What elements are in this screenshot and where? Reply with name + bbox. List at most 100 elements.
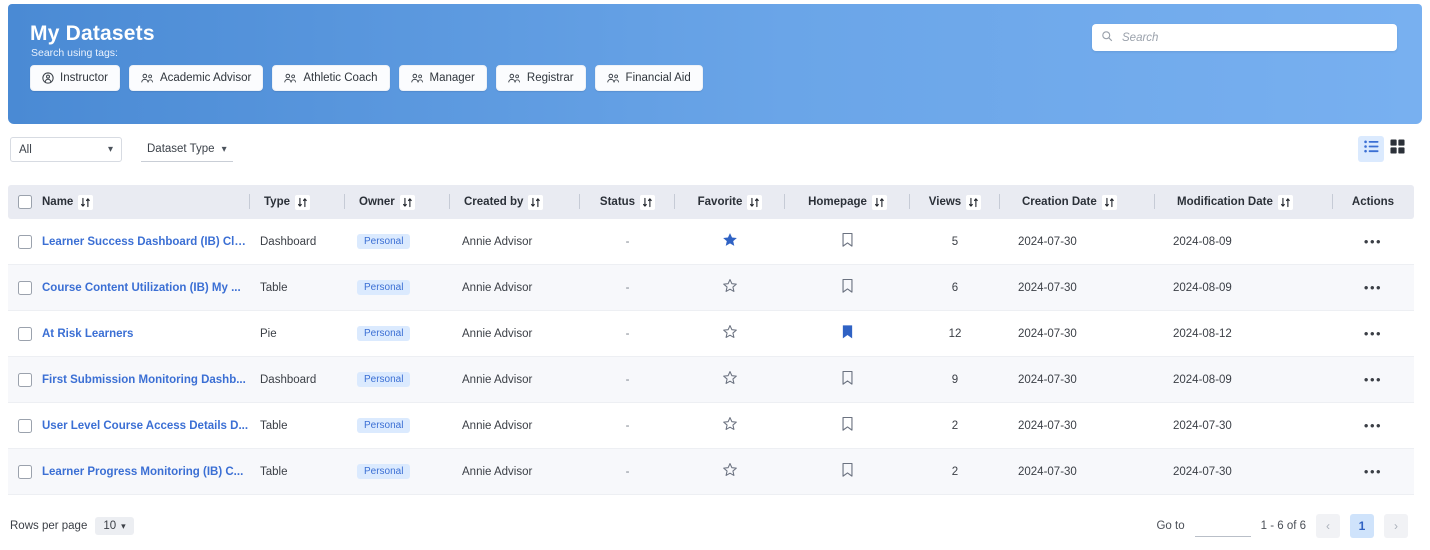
status-value: - <box>625 281 630 294</box>
row-checkbox[interactable] <box>18 280 32 295</box>
grid-view-button[interactable] <box>1384 136 1410 162</box>
search-input[interactable] <box>1120 24 1388 51</box>
column-header-homepage[interactable]: Homepage <box>784 185 910 219</box>
favorite-star-icon[interactable] <box>722 232 738 251</box>
row-actions-menu-icon[interactable]: ••• <box>1364 235 1382 248</box>
cell-homepage[interactable] <box>785 311 910 356</box>
sort-toggle-icon[interactable] <box>966 194 982 210</box>
row-checkbox[interactable] <box>18 464 32 479</box>
tag-filter-athletic-coach[interactable]: Athletic Coach <box>272 65 390 91</box>
column-header-creation-date[interactable]: Creation Date <box>999 185 1155 219</box>
tag-filter-financial-aid[interactable]: Financial Aid <box>594 65 703 91</box>
dataset-name-link[interactable]: At Risk Learners <box>42 328 133 340</box>
homepage-bookmark-icon[interactable] <box>841 278 854 297</box>
favorite-star-icon[interactable] <box>722 416 738 435</box>
row-checkbox[interactable] <box>18 418 32 433</box>
column-header-type[interactable]: Type <box>249 185 345 219</box>
column-header-label: Homepage <box>808 196 867 208</box>
scope-filter-dropdown[interactable]: All ▾ <box>10 137 122 162</box>
row-checkbox[interactable] <box>18 326 32 341</box>
column-header-created-by[interactable]: Created by <box>449 185 580 219</box>
page-number-button[interactable]: 1 <box>1350 514 1374 538</box>
favorite-star-icon[interactable] <box>722 324 738 343</box>
views-value: 6 <box>951 281 959 294</box>
favorite-star-icon[interactable] <box>722 370 738 389</box>
sort-toggle-icon[interactable] <box>1101 194 1117 210</box>
cell-favorite[interactable] <box>675 403 785 448</box>
homepage-bookmark-icon[interactable] <box>841 232 854 251</box>
column-header-status[interactable]: Status <box>579 185 675 219</box>
cell-homepage[interactable] <box>785 357 910 402</box>
favorite-star-icon[interactable] <box>722 278 738 297</box>
table-row[interactable]: Course Content Utilization (IB) My ... Ta… <box>8 265 1414 311</box>
sort-toggle-icon[interactable] <box>640 194 656 210</box>
homepage-bookmark-icon[interactable] <box>841 462 854 481</box>
goto-page-input[interactable] <box>1194 515 1251 537</box>
tag-filter-manager[interactable]: Manager <box>398 65 487 91</box>
cell-homepage[interactable] <box>785 403 910 448</box>
table-row[interactable]: Learner Progress Monitoring (IB) C... Tab… <box>8 449 1414 495</box>
row-actions-menu-icon[interactable]: ••• <box>1364 373 1382 386</box>
next-page-button[interactable]: › <box>1384 514 1408 538</box>
row-actions-menu-icon[interactable]: ••• <box>1364 465 1382 478</box>
modification-date-value: 2024-08-12 <box>1173 327 1232 340</box>
sort-toggle-icon[interactable] <box>871 194 887 210</box>
favorite-star-icon[interactable] <box>722 462 738 481</box>
table-row[interactable]: First Submission Monitoring Dashb... Dash… <box>8 357 1414 403</box>
row-actions-menu-icon[interactable]: ••• <box>1364 281 1382 294</box>
tag-filter-academic-advisor[interactable]: Academic Advisor <box>128 65 264 91</box>
cell-homepage[interactable] <box>785 449 910 494</box>
cell-status: - <box>580 311 675 356</box>
table-row[interactable]: At Risk Learners Pie Personal Annie Advisor… <box>8 311 1414 357</box>
sort-toggle-icon[interactable] <box>295 194 310 210</box>
cell-homepage[interactable] <box>785 219 910 264</box>
column-header-label: Creation Date <box>1022 196 1097 208</box>
cell-favorite[interactable] <box>675 219 785 264</box>
cell-name: Course Content Utilization (IB) My ... <box>42 265 250 310</box>
cell-homepage[interactable] <box>785 265 910 310</box>
homepage-bookmark-icon[interactable] <box>841 370 854 389</box>
status-value: - <box>625 419 630 432</box>
homepage-bookmark-icon[interactable] <box>841 416 854 435</box>
tag-filter-registrar[interactable]: Registrar <box>495 65 586 91</box>
list-view-button[interactable] <box>1358 136 1384 162</box>
sort-toggle-icon[interactable] <box>528 194 544 210</box>
dataset-name-link[interactable]: First Submission Monitoring Dashb... <box>42 374 246 386</box>
sort-toggle-icon[interactable] <box>747 194 763 210</box>
column-header-favorite[interactable]: Favorite <box>674 185 785 219</box>
rows-per-page-select[interactable]: 10 ▾ <box>95 517 134 535</box>
table-row[interactable]: User Level Course Access Details D... Tab… <box>8 403 1414 449</box>
search-icon <box>1101 29 1113 47</box>
column-header-owner[interactable]: Owner <box>344 185 450 219</box>
sort-toggle-icon[interactable] <box>78 194 94 210</box>
dataset-name-link[interactable]: User Level Course Access Details D... <box>42 420 248 432</box>
tag-label: Financial Aid <box>625 72 691 84</box>
column-header-actions[interactable]: Actions <box>1332 185 1413 219</box>
homepage-bookmark-icon[interactable] <box>841 324 854 343</box>
row-checkbox[interactable] <box>18 234 32 249</box>
sort-toggle-icon[interactable] <box>1277 194 1293 210</box>
row-checkbox[interactable] <box>18 372 32 387</box>
dataset-name-link[interactable]: Learner Progress Monitoring (IB) C... <box>42 466 243 478</box>
cell-favorite[interactable] <box>675 311 785 356</box>
tag-filter-instructor[interactable]: Instructor <box>30 65 120 91</box>
owner-badge: Personal <box>357 280 411 295</box>
select-all-checkbox[interactable] <box>18 195 32 209</box>
column-header-modification-date[interactable]: Modification Date <box>1154 185 1333 219</box>
cell-favorite[interactable] <box>675 265 785 310</box>
sort-toggle-icon[interactable] <box>399 194 415 210</box>
column-header-views[interactable]: Views <box>909 185 1000 219</box>
dataset-name-link[interactable]: Course Content Utilization (IB) My ... <box>42 282 241 294</box>
row-actions-menu-icon[interactable]: ••• <box>1364 419 1382 432</box>
table-row[interactable]: Learner Success Dashboard (IB) Clo... Das… <box>8 219 1414 265</box>
cell-favorite[interactable] <box>675 449 785 494</box>
search-box[interactable] <box>1092 24 1397 51</box>
cell-owner: Personal <box>345 219 450 264</box>
cell-name: Learner Progress Monitoring (IB) C... <box>42 449 250 494</box>
dataset-type-dropdown[interactable]: Dataset Type ▾ <box>141 137 233 162</box>
row-actions-menu-icon[interactable]: ••• <box>1364 327 1382 340</box>
column-header-name[interactable]: Name <box>42 185 250 219</box>
dataset-name-link[interactable]: Learner Success Dashboard (IB) Clo... <box>42 236 250 248</box>
previous-page-button[interactable]: ‹ <box>1316 514 1340 538</box>
cell-favorite[interactable] <box>675 357 785 402</box>
